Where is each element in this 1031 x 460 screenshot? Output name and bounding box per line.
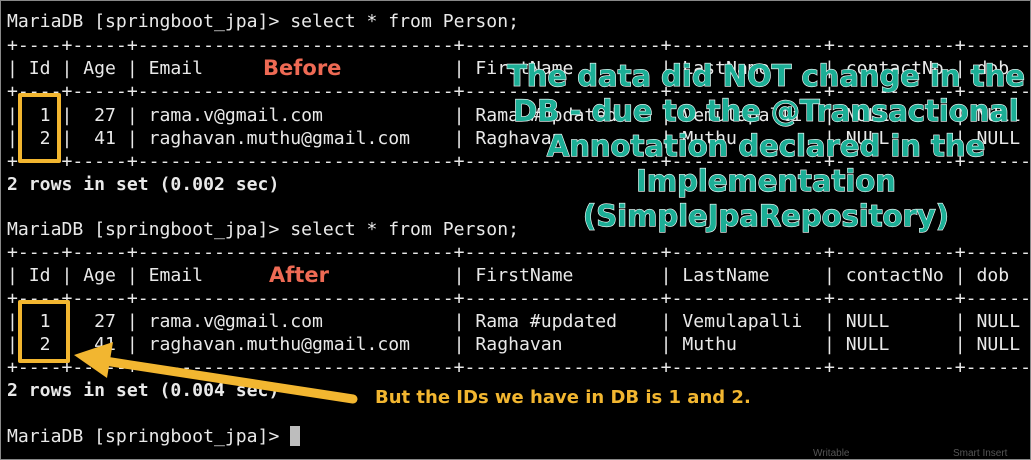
status-writable: Writable [813,448,850,459]
terminal-window: MariaDB [springboot_jpa]> select * from … [0,0,1031,460]
ids-note: But the IDs we have in DB is 1 and 2. [375,387,751,408]
status-smart-insert: Smart Insert [953,448,1008,459]
